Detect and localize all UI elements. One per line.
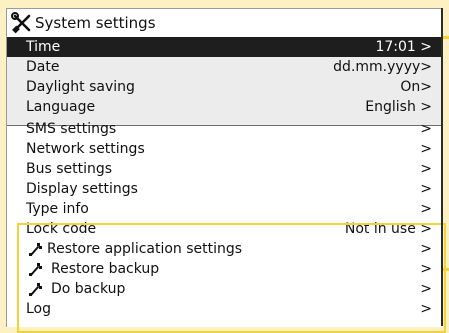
settings-screen: System settings Time 17:01 > Date dd.mm.… bbox=[6, 8, 446, 333]
menu-item-label: Language bbox=[26, 99, 96, 115]
menu-item-label: Time bbox=[26, 39, 61, 55]
scrollbar-edge bbox=[441, 8, 443, 326]
menu-item-log[interactable]: Log > bbox=[7, 299, 442, 319]
menu-item-restore-application-settings[interactable]: Restore application settings > bbox=[7, 239, 442, 259]
menu-item-label: Bus settings bbox=[26, 161, 113, 177]
wrench-icon bbox=[29, 243, 42, 256]
menu-item-lock-code[interactable]: Lock code Not in use > bbox=[7, 219, 442, 239]
menu-item-do-backup[interactable]: Do backup > bbox=[7, 279, 442, 299]
menu-item-language[interactable]: Language English > bbox=[7, 97, 442, 117]
menu-item-time[interactable]: Time 17:01 > bbox=[7, 37, 442, 57]
menu-item-value: > bbox=[420, 141, 432, 157]
menu-item-label: Network settings bbox=[26, 141, 145, 157]
menu-item-value: dd.mm.yyyy> bbox=[333, 59, 432, 75]
tools-icon bbox=[11, 12, 31, 34]
menu-item-label: Log bbox=[26, 301, 52, 317]
page-title: System settings bbox=[35, 14, 156, 32]
menu-item-label: SMS settings bbox=[26, 121, 117, 137]
menu-item-value: 17:01 > bbox=[375, 39, 432, 55]
menu-item-display-settings[interactable]: Display settings > bbox=[7, 179, 442, 199]
wrench-icon bbox=[29, 263, 42, 276]
title-bar: System settings bbox=[7, 9, 442, 37]
menu-item-label: Restore backup bbox=[51, 261, 160, 277]
menu-item-date[interactable]: Date dd.mm.yyyy> bbox=[7, 57, 442, 77]
menu-item-label: Lock code bbox=[26, 221, 97, 237]
menu-item-label: Date bbox=[26, 59, 60, 75]
menu-item-sms-settings[interactable]: SMS settings > bbox=[7, 119, 442, 139]
menu-item-value: > bbox=[420, 281, 432, 297]
menu-item-value: > bbox=[420, 301, 432, 317]
menu-item-value: English > bbox=[365, 99, 432, 115]
menu-item-label: Do backup bbox=[51, 281, 126, 297]
wrench-icon bbox=[29, 283, 42, 296]
menu-item-label: Type info bbox=[26, 201, 89, 217]
menu-item-value: Not in use > bbox=[344, 221, 432, 237]
menu-item-label: Display settings bbox=[26, 181, 138, 197]
side-marker bbox=[443, 268, 449, 271]
menu-item-label: Daylight saving bbox=[26, 79, 135, 95]
menu-item-value: > bbox=[420, 241, 432, 257]
menu-item-value: > bbox=[420, 201, 432, 217]
side-marker bbox=[443, 36, 449, 39]
menu-item-value: > bbox=[420, 181, 432, 197]
menu-item-value: On> bbox=[400, 79, 432, 95]
menu-item-value: > bbox=[420, 261, 432, 277]
menu-item-network-settings[interactable]: Network settings > bbox=[7, 139, 442, 159]
menu-item-value: > bbox=[420, 161, 432, 177]
menu-item-bus-settings[interactable]: Bus settings > bbox=[7, 159, 442, 179]
menu-item-value: > bbox=[420, 121, 432, 137]
menu-item-label: Restore application settings bbox=[47, 241, 243, 257]
menu-item-restore-backup[interactable]: Restore backup > bbox=[7, 259, 442, 279]
menu-item-daylight-saving[interactable]: Daylight saving On> bbox=[7, 77, 442, 97]
menu-item-type-info[interactable]: Type info > bbox=[7, 199, 442, 219]
